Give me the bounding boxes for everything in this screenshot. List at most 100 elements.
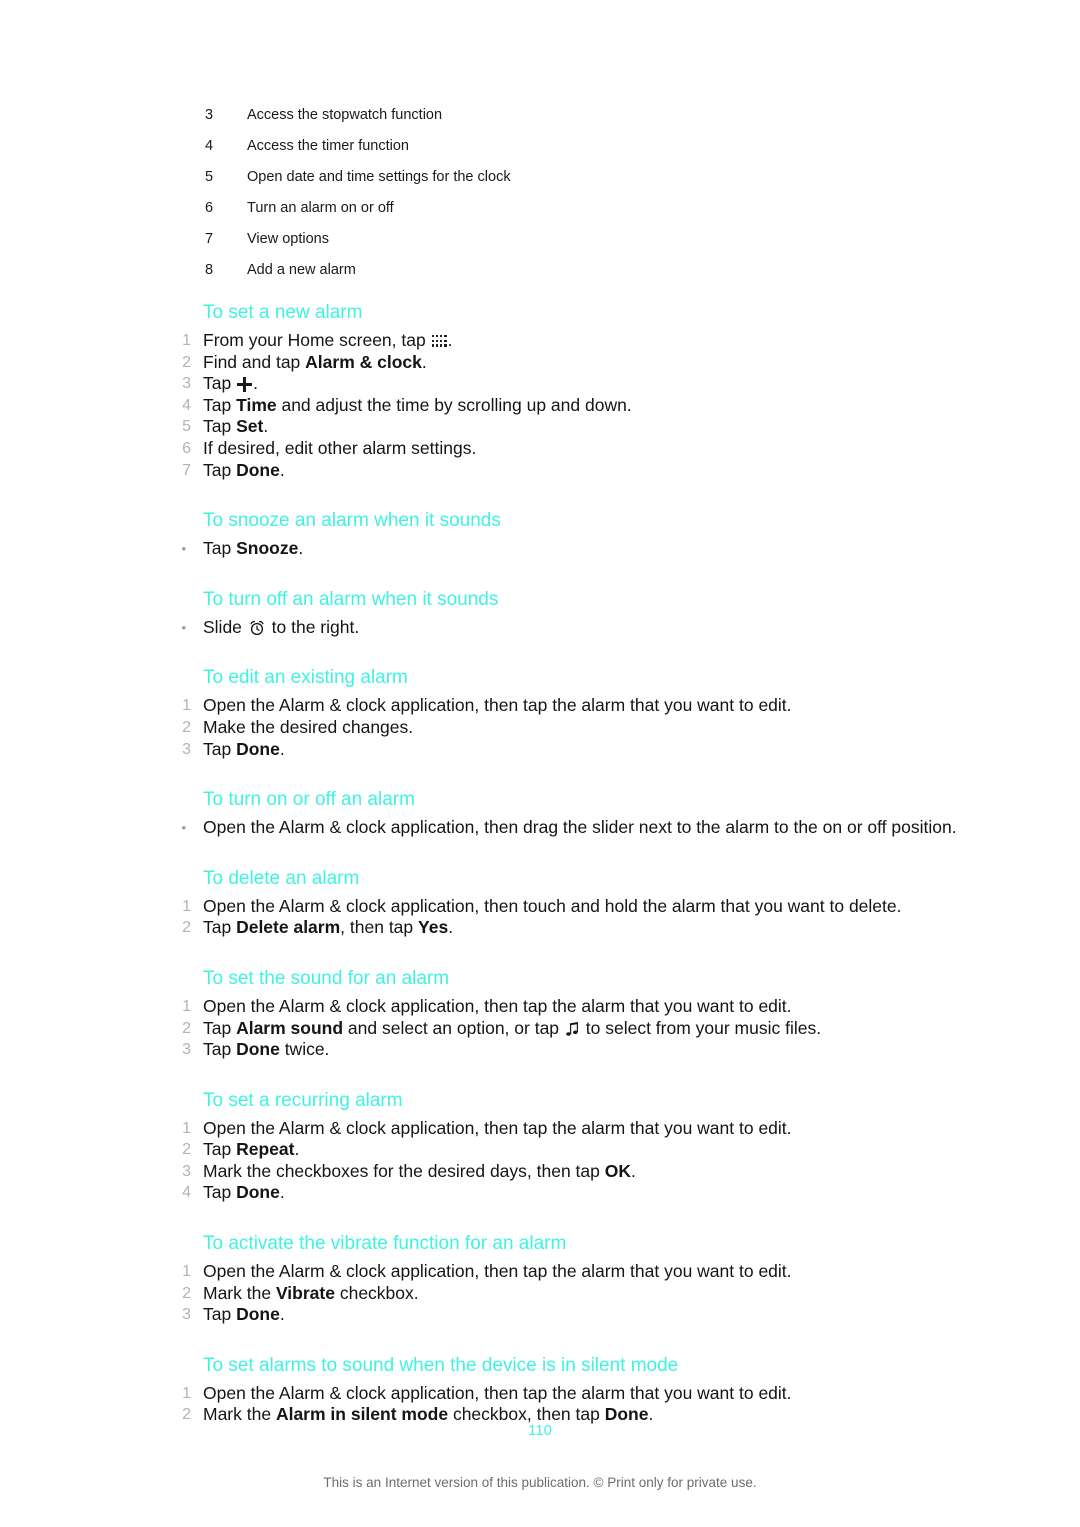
alarm-clock-icon <box>249 620 265 636</box>
step-text: Tap Done twice. <box>203 1039 329 1059</box>
step-numbered-list: 1 Open the Alarm & clock application, the… <box>0 1261 1080 1326</box>
step-item: 1 From your Home screen, tap . <box>0 330 1080 352</box>
step-text-pre: Tap <box>203 373 237 394</box>
step-text-pre: Open the Alarm & clock application, then… <box>203 817 957 838</box>
step-text: Tap Done. <box>203 1304 285 1324</box>
step-number-marker: 7 <box>182 461 191 479</box>
step-text: Tap Done. <box>203 460 285 480</box>
step-bullet-list: • Tap Snooze. <box>0 538 1080 560</box>
step-text: Tap Snooze. <box>203 538 303 558</box>
procedure-section: To snooze an alarm when it sounds • Tap Sn… <box>0 481 1080 560</box>
step-text-post: . <box>421 351 427 372</box>
step-text-post: . <box>298 538 304 559</box>
document-page: 3 Access the stopwatch function 4 Access th… <box>0 0 1080 1527</box>
step-item: • Open the Alarm & clock application, the… <box>0 817 1080 839</box>
legend-row-number: 5 <box>205 169 214 185</box>
procedure-section: To set the sound for an alarm 1 Open the A… <box>0 939 1080 1061</box>
step-number-marker: 3 <box>182 1306 191 1324</box>
step-text: Mark the Vibrate checkbox. <box>203 1283 419 1303</box>
step-item: 2 Find and tap Alarm & clock. <box>0 352 1080 374</box>
step-text-pre: Tap <box>203 538 237 559</box>
section-heading: To set the sound for an alarm <box>203 967 450 989</box>
procedure-section: To set alarms to sound when the device i… <box>0 1326 1080 1426</box>
step-numbered-list: 1 Open the Alarm & clock application, the… <box>0 1383 1080 1426</box>
step-number-marker: 3 <box>182 375 191 393</box>
step-text: Open the Alarm & clock application, then… <box>203 896 902 916</box>
step-text-pre: Open the Alarm & clock application, then… <box>203 1261 792 1282</box>
step-text-pre: Tap <box>203 917 237 938</box>
step-bullet-marker: • <box>181 820 186 836</box>
step-text-post: . <box>263 416 269 437</box>
step-text: From your Home screen, tap . <box>203 330 452 350</box>
legend-row-number: 8 <box>205 262 214 278</box>
legend-row-number: 4 <box>205 138 214 154</box>
step-text-post: twice. <box>279 1039 330 1060</box>
section-heading: To turn off an alarm when it sounds <box>203 588 499 610</box>
step-text-post: . <box>447 330 453 350</box>
step-text-emphasis: Alarm sound <box>236 1017 344 1038</box>
section-heading: To snooze an alarm when it sounds <box>203 510 501 532</box>
procedure-section: To delete an alarm 1 Open the Alarm & cloc… <box>0 839 1080 939</box>
procedure-section: To turn off an alarm when it sounds • Slid… <box>0 560 1080 639</box>
legend-row-number: 3 <box>205 107 214 123</box>
step-item: 1 Open the Alarm & clock application, the… <box>0 695 1080 717</box>
step-text: Tap Set. <box>203 416 268 436</box>
step-number-marker: 3 <box>182 740 191 758</box>
step-item: 1 Open the Alarm & clock application, the… <box>0 1383 1080 1405</box>
step-text-pre: Mark the checkboxes for the desired days… <box>203 1160 605 1181</box>
step-text-pre: Open the Alarm & clock application, then… <box>203 895 902 916</box>
legend-row: 6 Turn an alarm on or off <box>205 197 905 228</box>
step-text-pre: Tap <box>203 1139 237 1160</box>
step-item: 1 Open the Alarm & clock application, the… <box>0 896 1080 918</box>
step-text-post: . <box>279 738 285 759</box>
step-item: 1 Open the Alarm & clock application, the… <box>0 1261 1080 1283</box>
step-text-pre: Tap <box>203 1039 237 1060</box>
step-item: 4 Tap Done. <box>0 1182 1080 1204</box>
step-text-mid: and select an option, or tap <box>343 1017 564 1038</box>
step-text-emphasis: Repeat <box>236 1139 295 1160</box>
step-text-pre: Make the desired changes. <box>203 716 414 737</box>
step-number-marker: 2 <box>182 1019 191 1037</box>
legend-row-text: Open date and time settings for the cloc… <box>247 169 511 185</box>
music-note-icon <box>566 1021 579 1036</box>
procedure-section: To set a recurring alarm 1 Open the Alarm … <box>0 1061 1080 1204</box>
step-bullet-list: • Open the Alarm & clock application, the… <box>0 817 1080 839</box>
step-text-pre: Open the Alarm & clock application, then… <box>203 1117 792 1138</box>
step-text-post: . <box>448 917 454 938</box>
legend-row: 4 Access the timer function <box>205 135 905 166</box>
step-item: 1 Open the Alarm & clock application, the… <box>0 1118 1080 1140</box>
step-text: Mark the checkboxes for the desired days… <box>203 1161 636 1181</box>
step-numbered-list: 1 Open the Alarm & clock application, the… <box>0 996 1080 1061</box>
procedure-section: To edit an existing alarm 1 Open the Alarm… <box>0 638 1080 760</box>
step-text: Tap Done. <box>203 1182 285 1202</box>
step-number-marker: 2 <box>182 919 191 937</box>
step-number-marker: 2 <box>182 718 191 736</box>
step-text-pre: Tap <box>203 394 237 415</box>
step-text-emphasis: Time <box>236 394 277 415</box>
step-item: 2 Make the desired changes. <box>0 717 1080 739</box>
step-text-post: . <box>294 1139 300 1160</box>
step-text-pre: Open the Alarm & clock application, then… <box>203 1382 792 1403</box>
step-item: 3 Tap Done. <box>0 739 1080 761</box>
step-text-pre: Tap <box>203 1304 237 1325</box>
legend-list: 3 Access the stopwatch function 4 Access th… <box>205 104 905 290</box>
procedure-section: To set a new alarm 1 From your Home screen… <box>0 300 1080 481</box>
legend-row-text: View options <box>247 231 329 247</box>
step-text: Tap Time and adjust the time by scrollin… <box>203 395 632 415</box>
step-text-post: to select from your music files. <box>580 1017 822 1038</box>
procedure-section: To activate the vibrate function for an … <box>0 1204 1080 1326</box>
step-text-emphasis-2: Yes <box>418 917 449 938</box>
step-text-pre: Tap <box>203 738 237 759</box>
legend-row-text: Add a new alarm <box>247 262 356 278</box>
step-number-marker: 1 <box>182 997 191 1015</box>
step-numbered-list: 1 Open the Alarm & clock application, the… <box>0 1118 1080 1204</box>
step-text-post: . <box>279 459 285 480</box>
step-text: Slide to the right. <box>203 617 359 637</box>
legend-row-number: 7 <box>205 231 214 247</box>
step-text-emphasis: Alarm & clock <box>305 351 422 372</box>
step-item: 2 Mark the Vibrate checkbox. <box>0 1283 1080 1305</box>
step-item: 2 Tap Delete alarm, then tap Yes. <box>0 917 1080 939</box>
step-text-emphasis: Snooze <box>236 538 299 559</box>
step-text: Tap Done. <box>203 739 285 759</box>
legend-row: 7 View options <box>205 228 905 259</box>
